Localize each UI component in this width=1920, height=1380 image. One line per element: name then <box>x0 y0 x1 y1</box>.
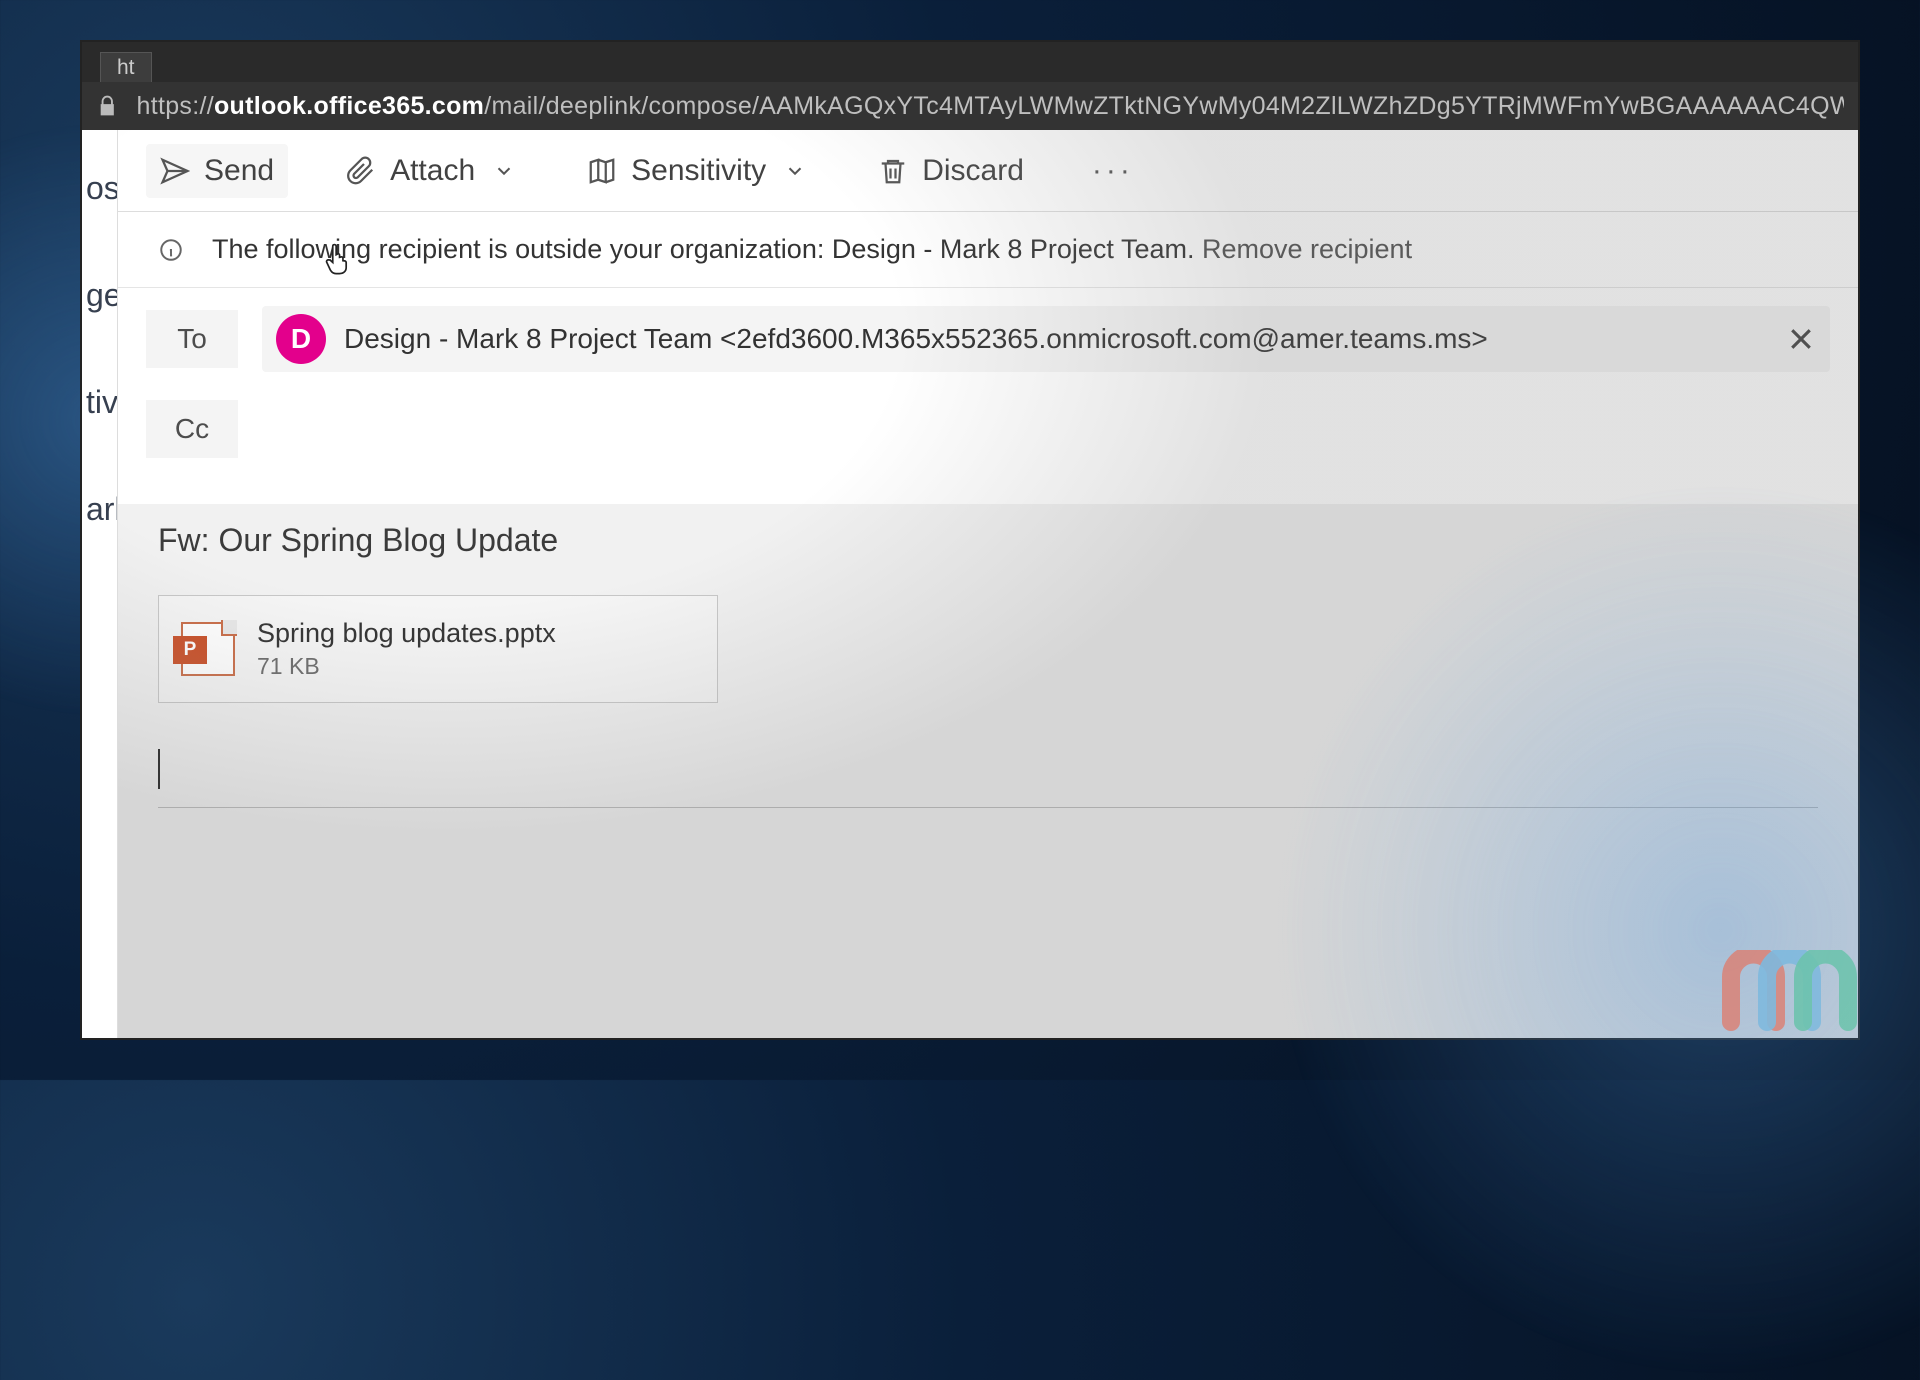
compose-toolbar: Send Attach Sensitivity <box>118 130 1858 212</box>
message-body-input[interactable] <box>158 745 1818 808</box>
body-area <box>118 733 1858 1038</box>
chevron-down-icon <box>493 160 515 182</box>
powerpoint-icon: P <box>181 622 235 676</box>
attachments-area: P Spring blog updates.pptx 71 KB <box>118 587 1858 733</box>
tab-strip: ht <box>82 42 1858 82</box>
avatar: D <box>276 314 326 364</box>
url-text: https://outlook.office365.com/mail/deepl… <box>137 92 1844 121</box>
close-icon <box>1786 324 1816 354</box>
attachment-card[interactable]: P Spring blog updates.pptx 71 KB <box>158 595 718 703</box>
sensitivity-button[interactable]: Sensitivity <box>573 144 820 198</box>
external-recipient-tip: The following recipient is outside your … <box>118 212 1858 288</box>
trash-icon <box>878 156 908 186</box>
compose-pane: Send Attach Sensitivity <box>118 130 1858 1038</box>
send-icon <box>160 156 190 186</box>
subject-row <box>118 504 1858 587</box>
recipient-text: Design - Mark 8 Project Team <2efd3600.M… <box>344 323 1768 355</box>
cc-button[interactable]: Cc <box>146 400 238 458</box>
remove-recipient-button[interactable] <box>1786 324 1816 354</box>
watermark-logo <box>1710 950 1860 1040</box>
discard-button[interactable]: Discard <box>864 144 1038 198</box>
attachment-name: Spring blog updates.pptx <box>257 618 556 649</box>
paperclip-icon <box>346 156 376 186</box>
left-pane-sliver: oso ge tiv ark <box>82 130 118 1038</box>
browser-window: ht https://outlook.office365.com/mail/de… <box>80 40 1860 1040</box>
browser-tab[interactable]: ht <box>100 52 152 82</box>
remove-recipient-link[interactable]: Remove recipient <box>1202 234 1412 264</box>
sensitivity-icon <box>587 156 617 186</box>
to-button[interactable]: To <box>146 310 238 368</box>
content-area: oso ge tiv ark Send Attach <box>82 130 1858 1038</box>
tip-message: The following recipient is outside your … <box>212 234 1202 264</box>
cc-input[interactable] <box>262 421 1830 437</box>
chevron-down-icon <box>784 160 806 182</box>
more-actions-button[interactable]: ··· <box>1082 150 1144 192</box>
info-icon <box>158 237 184 263</box>
recipient-fields: To D Design - Mark 8 Project Team <2efd3… <box>118 288 1858 504</box>
subject-input[interactable] <box>158 522 1818 559</box>
lock-icon <box>96 94 119 118</box>
send-button[interactable]: Send <box>146 144 288 198</box>
address-bar[interactable]: https://outlook.office365.com/mail/deepl… <box>82 82 1858 130</box>
attach-button[interactable]: Attach <box>332 144 529 198</box>
to-row: To D Design - Mark 8 Project Team <2efd3… <box>146 294 1830 384</box>
text-caret <box>158 749 160 789</box>
recipient-chip[interactable]: D Design - Mark 8 Project Team <2efd3600… <box>262 306 1830 372</box>
attachment-size: 71 KB <box>257 653 556 680</box>
cc-row: Cc <box>146 384 1830 474</box>
